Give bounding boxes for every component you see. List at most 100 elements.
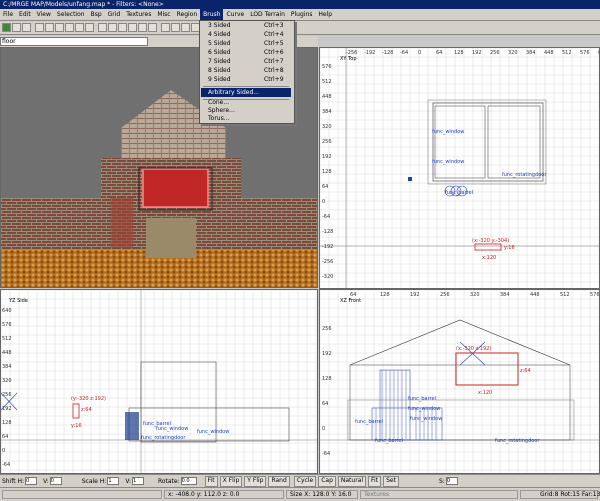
xz-entity-label: func_window: [408, 406, 440, 412]
rotate-x-icon[interactable]: [65, 23, 74, 32]
menu-3-sided[interactable]: 3 Sided Ctrl+3: [208, 21, 290, 30]
tick-label: 64: [436, 50, 442, 56]
tick-label: -192: [364, 50, 375, 56]
xz-dim-label: x:120: [478, 390, 492, 396]
menu-misc[interactable]: Misc: [154, 9, 173, 20]
menu-9-sided[interactable]: 9 Sided Ctrl+9: [208, 75, 290, 84]
tick-label: 0: [322, 426, 325, 432]
natural-button[interactable]: Natural: [337, 475, 367, 487]
xy-coord-label: (x:-320 y:-304): [472, 238, 509, 244]
surface-toolbar: Shift H: 0 V: 0 Scale H: 1 V: 1 Rotate: …: [0, 474, 600, 487]
menu-brush[interactable]: Brush: [200, 9, 224, 20]
menu-4-sided[interactable]: 4 Sided Ctrl+4: [208, 30, 290, 39]
menu-6-sided[interactable]: 6 Sided Ctrl+6: [208, 48, 290, 57]
xy-top-view[interactable]: XY Top func_window func_window func_rota…: [319, 47, 600, 289]
fit-button[interactable]: Fit: [204, 475, 218, 487]
yz-side-view[interactable]: YZ Side func_barrel func_window func_win…: [0, 289, 318, 474]
menu-arbitrary-sided[interactable]: Arbitrary Sided...: [201, 88, 291, 97]
select-inside-icon[interactable]: [108, 23, 117, 32]
xy-grid: XY Top func_window func_window func_rota…: [320, 48, 599, 288]
texture-name-field[interactable]: floor: [0, 37, 148, 46]
tick-label: 320: [2, 378, 12, 384]
tick-label: 256: [322, 326, 332, 332]
open-icon[interactable]: [2, 23, 11, 32]
xz-entity-label: func_window: [410, 416, 442, 422]
s-field[interactable]: 0: [445, 477, 458, 485]
tick-label: -320: [322, 274, 333, 280]
change-view-icon[interactable]: [161, 23, 170, 32]
menu-5-sided[interactable]: 5 Sided Ctrl+5: [208, 39, 290, 48]
menu-selection[interactable]: Selection: [54, 9, 88, 20]
menu-7-sided[interactable]: 7 Sided Ctrl+7: [208, 57, 290, 66]
yz-grid: YZ Side func_barrel func_window func_win…: [1, 290, 317, 473]
tick-label: -256: [322, 259, 333, 265]
xz-grid: XZ Front func_barrel func_window func_ba…: [320, 290, 599, 473]
grid-lines: [320, 290, 599, 473]
menu-bsp[interactable]: Bsp: [88, 9, 105, 20]
flip-x-icon[interactable]: [35, 23, 44, 32]
tick-label: 192: [322, 351, 332, 357]
scale-v-field[interactable]: 1: [131, 477, 144, 485]
tick-label: 640: [2, 308, 12, 314]
scale-h-field[interactable]: 1: [107, 477, 120, 485]
menu-8-sided[interactable]: 8 Sided Ctrl+8: [208, 66, 290, 75]
tick-label: 320: [470, 292, 480, 298]
tick-label: 576: [580, 50, 590, 56]
rotate-y-icon[interactable]: [75, 23, 84, 32]
tick-label: 64: [322, 184, 328, 190]
tick-label: 320: [322, 124, 332, 130]
save-icon[interactable]: [12, 23, 21, 32]
select-touching-icon[interactable]: [118, 23, 127, 32]
xz-y-ticks: 256 192 128 64 0 -64: [322, 326, 332, 457]
cycle-button[interactable]: Cycle: [293, 475, 317, 487]
csg-subtract-icon[interactable]: [128, 23, 137, 32]
menu-file[interactable]: File: [0, 9, 16, 20]
clipper-icon[interactable]: [181, 23, 190, 32]
texture-view-icon[interactable]: [171, 23, 180, 32]
shift-v-field[interactable]: 0: [49, 477, 62, 485]
undo-icon[interactable]: [22, 23, 31, 32]
tick-label: 0: [418, 50, 421, 56]
menu-edit[interactable]: Edit: [16, 9, 34, 20]
menu-view[interactable]: View: [34, 9, 54, 20]
menu-textures[interactable]: Textures: [123, 9, 154, 20]
select-complete-icon[interactable]: [98, 23, 107, 32]
set-button[interactable]: Set: [383, 475, 399, 487]
tick-label: 192: [472, 50, 482, 56]
menu-grid[interactable]: Grid: [105, 9, 124, 20]
y-flip-button[interactable]: Y Flip: [244, 475, 267, 487]
xz-coord-label: (x:-320 z:192): [456, 346, 491, 352]
flip-y-icon[interactable]: [45, 23, 54, 32]
tick-label: 512: [562, 50, 572, 56]
fit-texture-button[interactable]: Fit: [368, 475, 382, 487]
tick-label: -128: [322, 229, 333, 235]
hollow-icon[interactable]: [148, 23, 157, 32]
menu-lod-terrain[interactable]: LOD Terrain: [247, 9, 288, 20]
shift-h-field[interactable]: 0: [25, 477, 38, 485]
x-flip-button[interactable]: X Flip: [219, 475, 243, 487]
menu-torus[interactable]: Torus...: [208, 114, 290, 123]
xy-entity-label: func_window: [432, 129, 464, 135]
rand-button[interactable]: Rand: [268, 475, 290, 487]
menu-plugins[interactable]: Plugins: [288, 9, 316, 20]
rotate-field[interactable]: 0.0: [180, 477, 197, 485]
tick-label: 128: [454, 50, 464, 56]
tick-label: 448: [544, 50, 554, 56]
barrel-stack: [381, 370, 407, 440]
yz-dim-label: y:16: [71, 423, 82, 429]
tick-label: 192: [2, 406, 12, 412]
csg-merge-icon[interactable]: [138, 23, 147, 32]
tick-label: 192: [322, 154, 332, 160]
cap-button[interactable]: Cap: [318, 475, 336, 487]
shift-v-label: V:: [43, 477, 49, 485]
menu-region[interactable]: Region: [174, 9, 201, 20]
grid-lines: [320, 48, 599, 288]
xz-entity-label: func_barrel: [408, 396, 436, 402]
flip-z-icon[interactable]: [55, 23, 64, 32]
rotate-z-icon[interactable]: [85, 23, 94, 32]
menu-help[interactable]: Help: [315, 9, 335, 20]
menu-curve[interactable]: Curve: [223, 9, 247, 20]
xz-front-view[interactable]: XZ Front func_barrel func_window func_ba…: [319, 289, 600, 474]
tick-label: 384: [500, 292, 510, 298]
tick-label: 256: [440, 292, 450, 298]
